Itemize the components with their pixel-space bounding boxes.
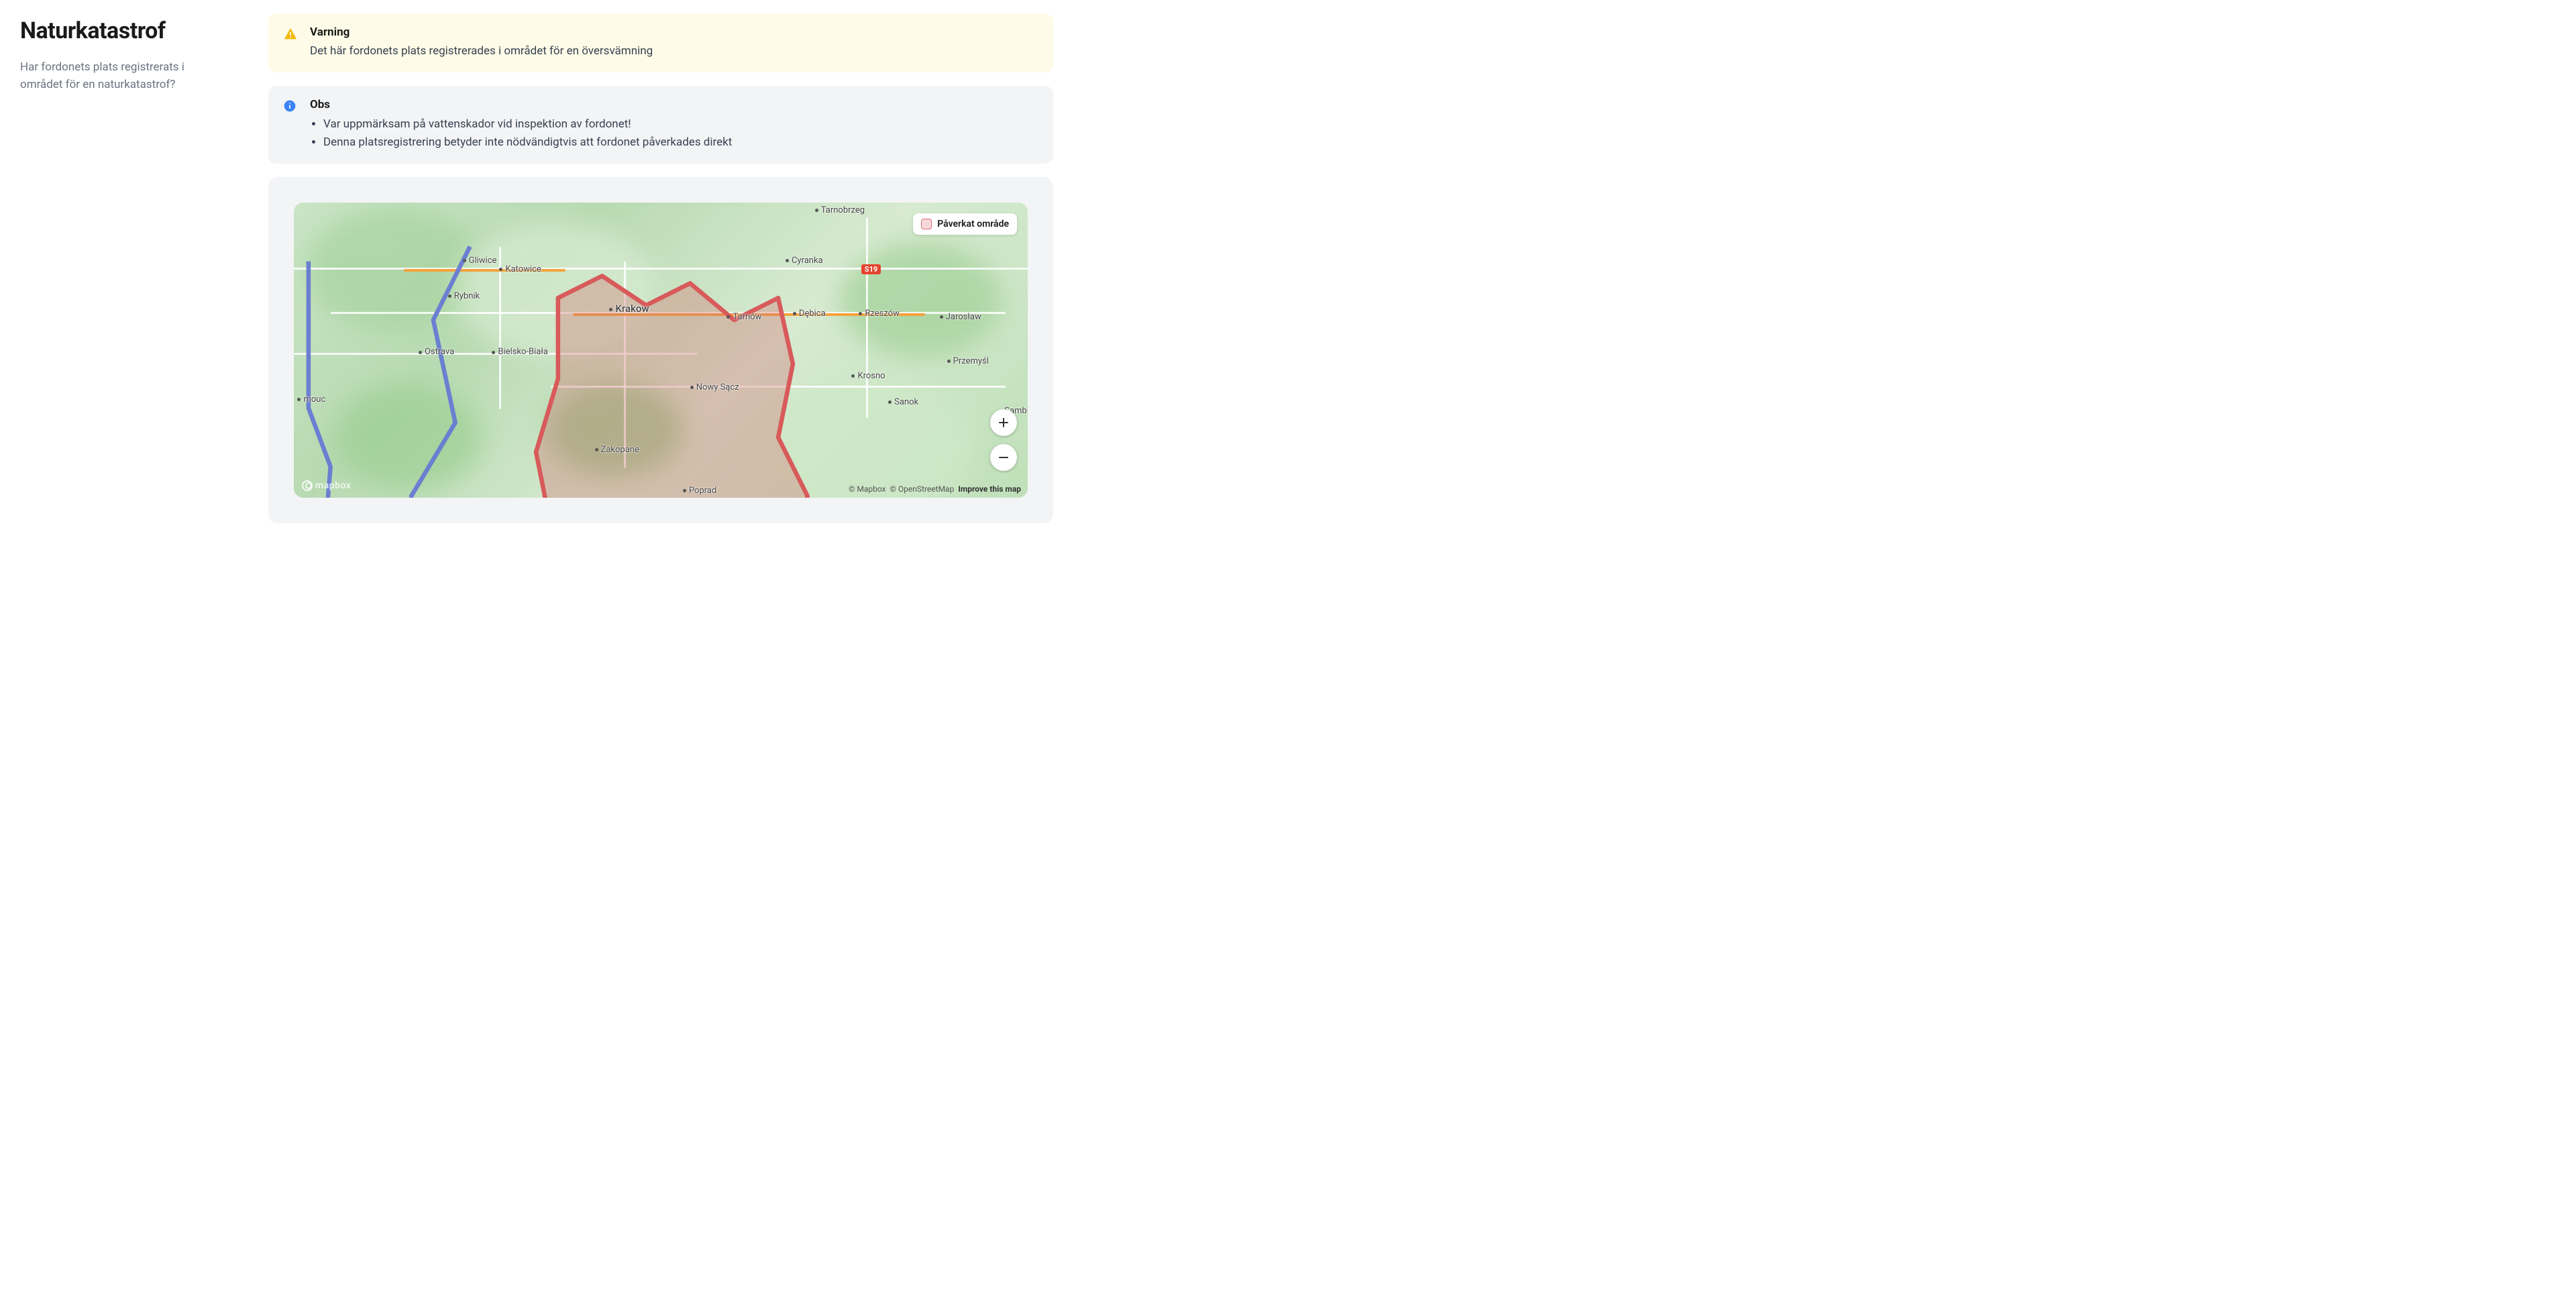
mapbox-logo-text: mapbox bbox=[315, 480, 351, 491]
map-road bbox=[551, 386, 1006, 388]
zoom-in-button[interactable] bbox=[990, 409, 1017, 436]
warning-alert: Varning Det här fordonets plats registre… bbox=[268, 13, 1053, 72]
mapbox-logo: mapbox bbox=[302, 480, 351, 491]
city-label: Ostrava bbox=[419, 347, 454, 357]
city-label: Rzeszów bbox=[859, 309, 900, 319]
attribution-improve[interactable]: Improve this map bbox=[958, 484, 1021, 494]
legend-label: Påverkat område bbox=[937, 219, 1009, 229]
info-item: Denna platsregistrering betyder inte nöd… bbox=[323, 133, 1038, 152]
city-label: Rybnik bbox=[448, 291, 480, 301]
city-label: Dębica bbox=[793, 309, 826, 319]
city-label: Zakopane bbox=[595, 445, 639, 455]
warning-title: Varning bbox=[310, 25, 1038, 39]
city-label: Krakow bbox=[609, 303, 649, 315]
city-label: Bielsko-Biała bbox=[492, 347, 548, 357]
city-label: Cyranka bbox=[786, 256, 823, 266]
attribution-mapbox[interactable]: © Mapbox bbox=[849, 484, 886, 494]
map-legend: Påverkat område bbox=[913, 213, 1017, 235]
city-label: Sanok bbox=[888, 397, 918, 407]
info-alert: Obs Var uppmärksam på vattenskador vid i… bbox=[268, 86, 1053, 164]
city-label: mouc bbox=[297, 394, 325, 404]
map-attribution: © Mapbox © OpenStreetMap Improve this ma… bbox=[849, 484, 1021, 494]
map-terrain bbox=[549, 384, 683, 478]
legend-swatch bbox=[921, 219, 932, 229]
city-label: Poprad bbox=[683, 486, 716, 496]
city-label: Tarnów bbox=[727, 312, 761, 322]
plus-icon bbox=[998, 417, 1009, 428]
map-terrain bbox=[840, 243, 1001, 357]
map-card: Tarnobrzeg GliwiceKatowice Cyranka Rybnik Kr… bbox=[268, 177, 1053, 523]
city-label: Jarosław bbox=[940, 312, 981, 322]
mapbox-icon bbox=[302, 480, 313, 491]
map-terrain bbox=[334, 384, 482, 491]
sidebar: Naturkatastrof Har fordonets plats regis… bbox=[20, 13, 228, 523]
attribution-osm[interactable]: © OpenStreetMap bbox=[890, 484, 955, 494]
page-title: Naturkatastrof bbox=[20, 17, 228, 44]
warning-icon bbox=[283, 27, 298, 42]
info-icon bbox=[283, 99, 298, 114]
zoom-out-button[interactable] bbox=[990, 444, 1017, 471]
city-label: Nowy Sącz bbox=[690, 382, 739, 392]
map[interactable]: Tarnobrzeg GliwiceKatowice Cyranka Rybnik Kr… bbox=[294, 203, 1028, 498]
map-road bbox=[624, 262, 626, 468]
road-badge-s19: S19 bbox=[861, 264, 881, 274]
main-content: Varning Det här fordonets plats registre… bbox=[268, 13, 1053, 523]
city-label: Krosno bbox=[851, 371, 885, 381]
warning-text: Det här fordonets plats registrerades i … bbox=[310, 43, 1038, 60]
city-label: Gliwice bbox=[463, 256, 497, 266]
info-title: Obs bbox=[310, 98, 1038, 111]
minus-icon bbox=[998, 452, 1009, 463]
city-label: Tarnobrzeg bbox=[815, 205, 865, 215]
city-label: Katowice bbox=[499, 264, 541, 274]
zoom-controls bbox=[990, 409, 1017, 471]
city-label: Przemyśl bbox=[947, 356, 989, 366]
info-list: Var uppmärksam på vattenskador vid inspe… bbox=[310, 115, 1038, 152]
page-subtitle: Har fordonets plats registrerats i områd… bbox=[20, 59, 228, 93]
info-item: Var uppmärksam på vattenskador vid inspe… bbox=[323, 115, 1038, 133]
